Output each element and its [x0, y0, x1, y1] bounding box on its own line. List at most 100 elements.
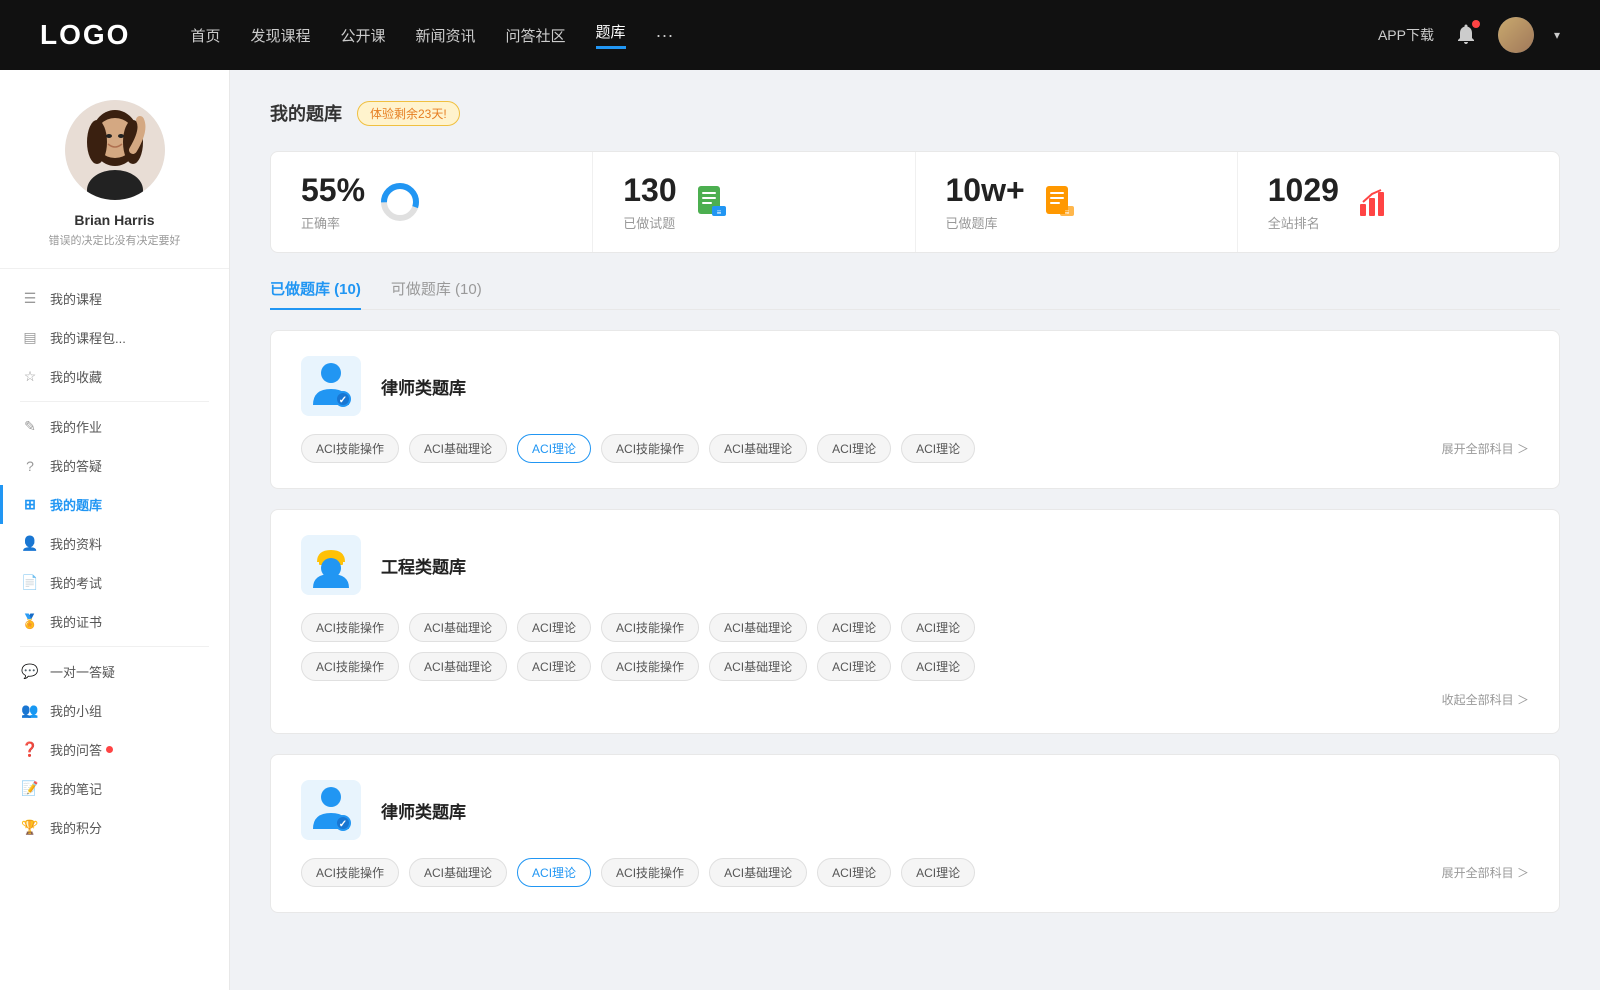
tag-2-2-3[interactable]: ACI理论: [517, 652, 591, 681]
tag-2-1-2[interactable]: ACI基础理论: [409, 613, 507, 642]
stat-correct-rate-content: 55% 正确率: [301, 172, 365, 232]
tag-2-2-6[interactable]: ACI理论: [817, 652, 891, 681]
lawyer-icon-3: ✓: [309, 785, 353, 835]
tag-2-2-7[interactable]: ACI理论: [901, 652, 975, 681]
tab-available[interactable]: 可做题库 (10): [391, 278, 482, 309]
sidebar-item-myqa[interactable]: ❓ 我的问答: [0, 730, 229, 769]
sidebar-divider-2: [20, 646, 209, 647]
bank-card-3: ✓ 律师类题库 ACI技能操作 ACI基础理论 ACI理论 ACI技能操作 AC…: [270, 754, 1560, 913]
sidebar-item-certs[interactable]: 🏅 我的证书: [0, 602, 229, 641]
sidebar-label-questions: 我的答疑: [50, 456, 102, 475]
logo: LOGO: [40, 19, 130, 51]
app-download-btn[interactable]: APP下载: [1378, 25, 1434, 45]
stat-label-done: 已做试题: [623, 213, 676, 232]
stat-done-banks-content: 10w+ 已做题库: [946, 172, 1025, 232]
grid-icon: ⊞: [20, 496, 40, 513]
sidebar-divider-1: [20, 401, 209, 402]
edit-icon: ✎: [20, 418, 40, 435]
doc-green-icon: ≡: [692, 182, 732, 222]
tag-2-1-4[interactable]: ACI技能操作: [601, 613, 699, 642]
tag-2-1-7[interactable]: ACI理论: [901, 613, 975, 642]
nav-qa[interactable]: 问答社区: [506, 25, 566, 46]
nav-news[interactable]: 新闻资讯: [416, 25, 476, 46]
sidebar-item-exams[interactable]: 📄 我的考试: [0, 563, 229, 602]
sidebar-label-profile: 我的资料: [50, 534, 102, 553]
tag-2-1-5[interactable]: ACI基础理论: [709, 613, 807, 642]
nav-more[interactable]: ···: [656, 25, 674, 46]
sidebar-item-homework[interactable]: ✎ 我的作业: [0, 407, 229, 446]
bank-card-1-header: ✓ 律师类题库: [301, 356, 1529, 416]
tag-3-3[interactable]: ACI理论: [517, 858, 591, 887]
sidebar-item-questionbank[interactable]: ⊞ 我的题库: [0, 485, 229, 524]
sidebar-label-courses: 我的课程: [50, 289, 102, 308]
tag-2-1-6[interactable]: ACI理论: [817, 613, 891, 642]
bank-card-2: 工程类题库 ACI技能操作 ACI基础理论 ACI理论 ACI技能操作 ACI基…: [270, 509, 1560, 734]
user-avatar-nav[interactable]: [1498, 17, 1534, 53]
tag-1-2[interactable]: ACI基础理论: [409, 434, 507, 463]
expand-link-1[interactable]: 展开全部科目 ＞: [1442, 440, 1529, 457]
svg-text:≡: ≡: [1064, 208, 1069, 217]
question-icon: ?: [20, 458, 40, 474]
tag-2-1-3[interactable]: ACI理论: [517, 613, 591, 642]
nav-questionbank[interactable]: 题库: [596, 21, 626, 49]
tag-1-4[interactable]: ACI技能操作: [601, 434, 699, 463]
stat-done-questions-content: 130 已做试题: [623, 172, 676, 232]
page-header: 我的题库 体验剩余23天!: [270, 100, 1560, 126]
sidebar-menu: ☰ 我的课程 ▤ 我的课程包... ☆ 我的收藏 ✎ 我的作业 ? 我的答疑 ⊞: [0, 269, 229, 857]
tab-done[interactable]: 已做题库 (10): [270, 278, 361, 309]
tag-1-6[interactable]: ACI理论: [817, 434, 891, 463]
user-menu-chevron[interactable]: ▾: [1554, 28, 1560, 42]
sidebar-item-tutor[interactable]: 💬 一对一答疑: [0, 652, 229, 691]
tag-3-2[interactable]: ACI基础理论: [409, 858, 507, 887]
tag-2-2-1[interactable]: ACI技能操作: [301, 652, 399, 681]
tag-1-7[interactable]: ACI理论: [901, 434, 975, 463]
stat-rank-content: 1029 全站排名: [1268, 172, 1339, 232]
chart-red-icon: [1354, 182, 1394, 222]
nav-links: 首页 发现课程 公开课 新闻资讯 问答社区 题库 ···: [190, 21, 1378, 49]
tag-1-5[interactable]: ACI基础理论: [709, 434, 807, 463]
sidebar-item-points[interactable]: 🏆 我的积分: [0, 808, 229, 847]
sidebar-item-coursepack[interactable]: ▤ 我的课程包...: [0, 318, 229, 357]
tag-2-2-2[interactable]: ACI基础理论: [409, 652, 507, 681]
sidebar-label-questionbank: 我的题库: [50, 495, 102, 514]
group-icon: 👥: [20, 702, 40, 719]
notification-btn[interactable]: [1454, 22, 1478, 49]
medal-icon: 🏆: [20, 819, 40, 836]
tag-3-4[interactable]: ACI技能操作: [601, 858, 699, 887]
sidebar-item-profile[interactable]: 👤 我的资料: [0, 524, 229, 563]
tag-1-1[interactable]: ACI技能操作: [301, 434, 399, 463]
collapse-link-2[interactable]: 收起全部科目 ＞: [301, 691, 1529, 708]
nav-discover[interactable]: 发现课程: [250, 25, 310, 46]
doc-orange-icon: ≡: [1040, 182, 1080, 222]
tag-2-2-4[interactable]: ACI技能操作: [601, 652, 699, 681]
sidebar-label-exams: 我的考试: [50, 573, 102, 592]
tag-3-5[interactable]: ACI基础理论: [709, 858, 807, 887]
tag-3-7[interactable]: ACI理论: [901, 858, 975, 887]
collapse-label-2[interactable]: 收起全部科目 ＞: [1442, 691, 1529, 708]
sidebar-item-courses[interactable]: ☰ 我的课程: [0, 279, 229, 318]
sidebar-item-questions[interactable]: ? 我的答疑: [0, 446, 229, 485]
sidebar-label-favorites: 我的收藏: [50, 367, 102, 386]
svg-text:≡: ≡: [716, 208, 721, 217]
stat-correct-rate: 55% 正确率: [271, 152, 593, 252]
sidebar-item-favorites[interactable]: ☆ 我的收藏: [0, 357, 229, 396]
sidebar-username: Brian Harris: [74, 212, 154, 228]
tag-2-1-1[interactable]: ACI技能操作: [301, 613, 399, 642]
stat-value-done: 130: [623, 172, 676, 209]
sidebar-label-points: 我的积分: [50, 818, 102, 837]
tag-3-6[interactable]: ACI理论: [817, 858, 891, 887]
nav-home[interactable]: 首页: [190, 25, 220, 46]
tag-3-1[interactable]: ACI技能操作: [301, 858, 399, 887]
sidebar-label-notes: 我的笔记: [50, 779, 102, 798]
stats-row: 55% 正确率 130 已做试题: [270, 151, 1560, 253]
expand-link-3[interactable]: 展开全部科目 ＞: [1442, 864, 1529, 881]
tag-1-3[interactable]: ACI理论: [517, 434, 591, 463]
sidebar-label-group: 我的小组: [50, 701, 102, 720]
bank-card-3-title: 律师类题库: [381, 798, 466, 823]
sidebar-item-group[interactable]: 👥 我的小组: [0, 691, 229, 730]
nav-open-course[interactable]: 公开课: [340, 25, 385, 46]
bank-card-2-header: 工程类题库: [301, 535, 1529, 595]
sidebar-item-notes[interactable]: 📝 我的笔记: [0, 769, 229, 808]
tag-2-2-5[interactable]: ACI基础理论: [709, 652, 807, 681]
stat-value-rank: 1029: [1268, 172, 1339, 209]
